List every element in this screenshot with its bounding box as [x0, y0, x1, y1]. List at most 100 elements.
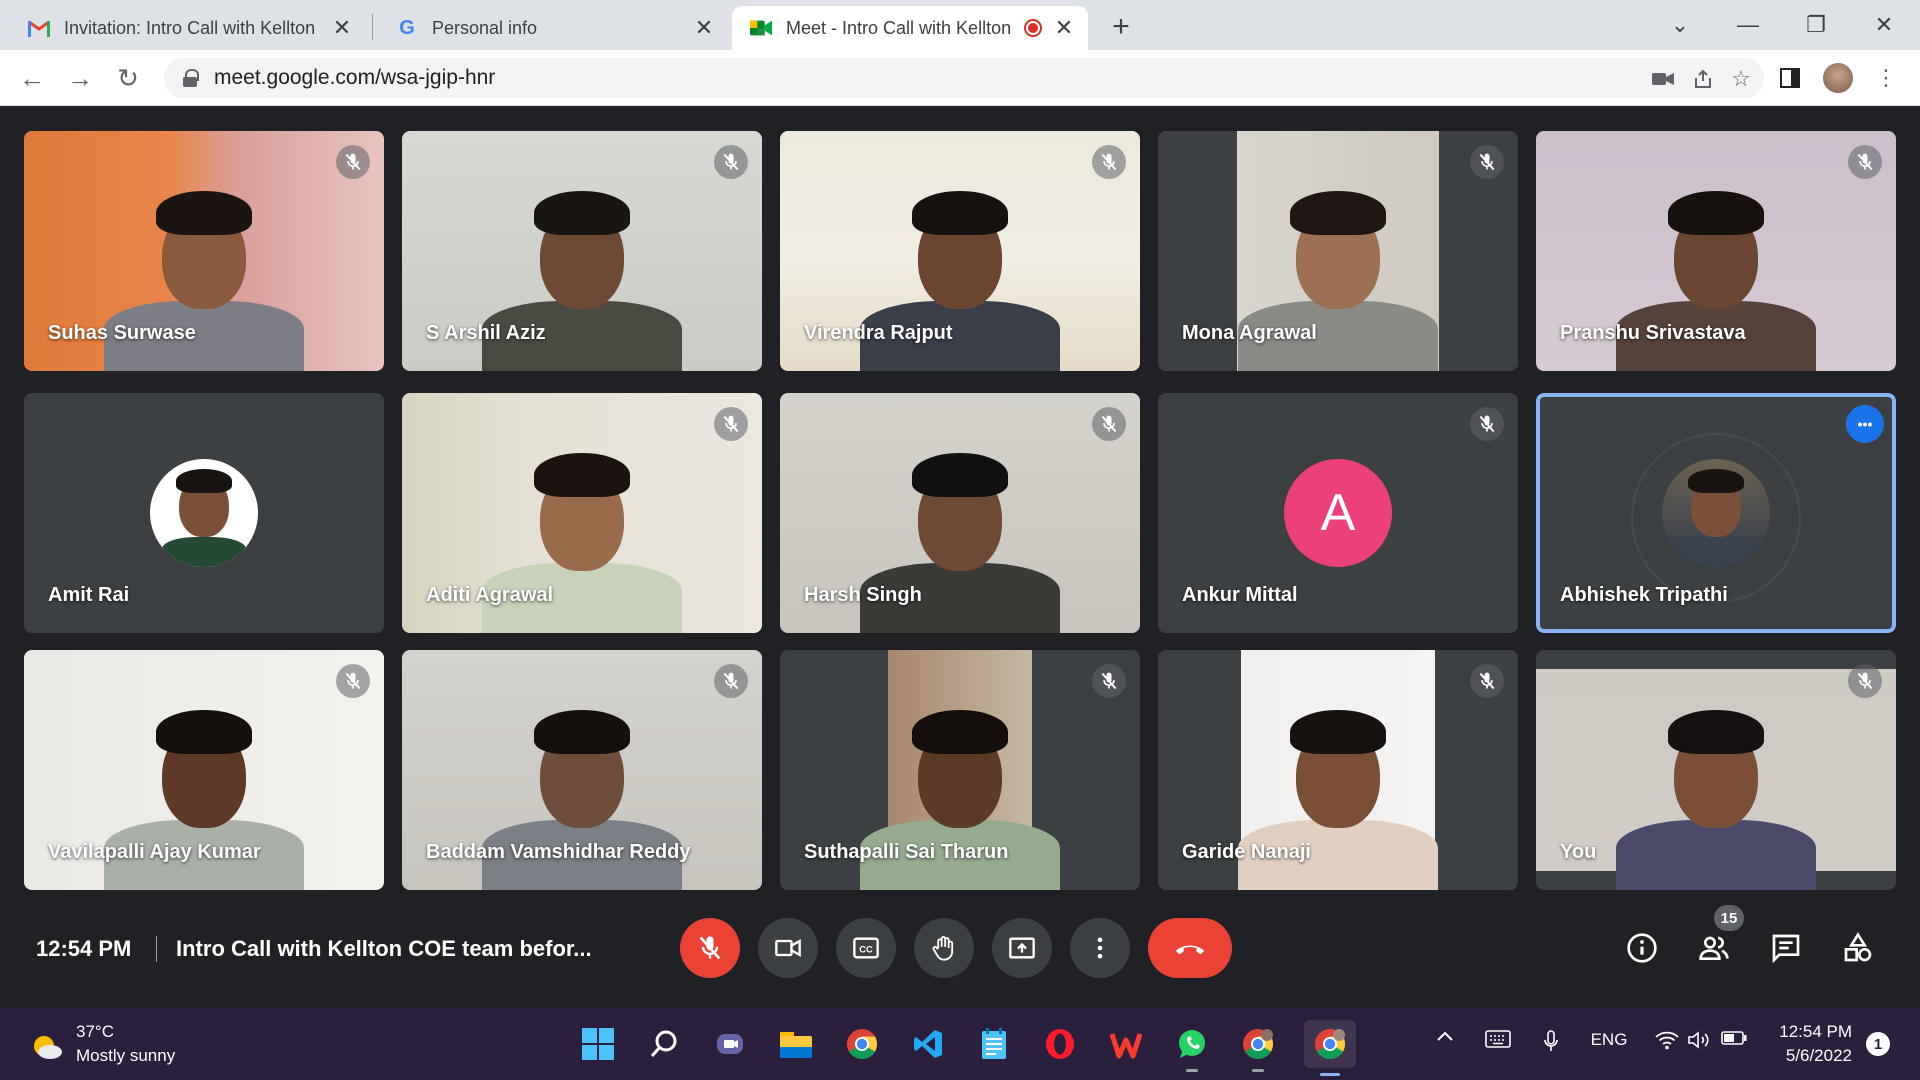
- raise-hand-button[interactable]: [914, 918, 974, 978]
- participant-tile-suhas-surwase[interactable]: Suhas Surwase: [24, 131, 384, 371]
- hand-icon: [932, 936, 954, 961]
- tab-search-chevron-icon[interactable]: ⌄: [1652, 8, 1708, 42]
- system-time[interactable]: 12:54 PM: [1776, 1022, 1852, 1042]
- windows-start-icon[interactable]: [578, 1024, 618, 1064]
- participant-grid: Suhas Surwase S Arshil Aziz Virendra Rajpu…: [24, 131, 1896, 890]
- tile-more-options-icon[interactable]: •••: [1846, 405, 1884, 443]
- wps-office-icon[interactable]: [1106, 1024, 1146, 1064]
- input-language-indicator[interactable]: ENG: [1584, 1030, 1634, 1050]
- tab-title: Invitation: Intro Call with Kellton C: [64, 17, 320, 38]
- meeting-controls-bar: 12:54 PM Intro Call with Kellton COE tea…: [0, 898, 1920, 998]
- participant-tile-vavilapalli-ajay-kumar[interactable]: Vavilapalli Ajay Kumar: [24, 650, 384, 890]
- mic-off-icon: [336, 664, 370, 698]
- participant-tile-suthapalli-sai-tharun[interactable]: Suthapalli Sai Tharun: [780, 650, 1140, 890]
- weather-temperature[interactable]: 37°C: [76, 1022, 114, 1042]
- videocam-icon: [775, 938, 801, 958]
- kebab-menu-icon[interactable]: ⋮: [1868, 60, 1904, 96]
- show-hidden-icons-chevron[interactable]: [1430, 1030, 1460, 1042]
- participant-name: Pranshu Srivastava: [1560, 322, 1746, 344]
- meeting-details-button[interactable]: [1620, 926, 1664, 970]
- teams-chat-icon[interactable]: [710, 1024, 750, 1064]
- participant-tile-baddam-vamshidhar-reddy[interactable]: Baddam Vamshidhar Reddy: [402, 650, 762, 890]
- microphone-tray-icon[interactable]: [1536, 1030, 1566, 1054]
- camera-toggle-button[interactable]: [758, 918, 818, 978]
- search-icon[interactable]: [644, 1024, 684, 1064]
- participant-tile-amit-rai[interactable]: Amit Rai: [24, 393, 384, 633]
- tab-gmail-invitation[interactable]: Invitation: Intro Call with Kellton C ✕: [10, 6, 366, 50]
- running-indicator: [1186, 1069, 1198, 1072]
- active-app-indicator: [1320, 1073, 1340, 1076]
- participant-name: S Arshil Aziz: [426, 322, 546, 344]
- people-button[interactable]: [1692, 926, 1736, 970]
- close-tab-icon[interactable]: ✕: [330, 15, 354, 40]
- present-screen-button[interactable]: [992, 918, 1052, 978]
- mic-off-icon: [714, 664, 748, 698]
- participant-tile-s-arshil-aziz[interactable]: S Arshil Aziz: [402, 131, 762, 371]
- chrome-profile-1-icon[interactable]: [1238, 1024, 1278, 1072]
- side-panel-icon[interactable]: [1772, 60, 1808, 96]
- vscode-icon[interactable]: [908, 1024, 948, 1064]
- camera-in-use-icon[interactable]: [1648, 64, 1678, 94]
- profile-photo-avatar: [150, 459, 258, 567]
- tab-personal-info[interactable]: G Personal info ✕: [378, 6, 728, 50]
- recording-indicator-icon: [1024, 19, 1042, 37]
- new-tab-button[interactable]: +: [1106, 10, 1136, 43]
- opera-icon[interactable]: [1040, 1024, 1080, 1064]
- activities-button[interactable]: [1836, 926, 1880, 970]
- microphone-toggle-button[interactable]: [680, 918, 740, 978]
- sun-weather-icon[interactable]: [28, 1028, 64, 1064]
- meet-icon: [750, 17, 772, 39]
- leave-call-button[interactable]: [1148, 918, 1232, 978]
- mic-off-icon: [1470, 145, 1504, 179]
- participant-tile-abhishek-tripathi[interactable]: ••• Abhishek Tripathi: [1536, 393, 1896, 633]
- participant-tile-ankur-mittal[interactable]: A Ankur Mittal: [1158, 393, 1518, 633]
- battery-icon[interactable]: [1718, 1030, 1750, 1046]
- tab-meet[interactable]: Meet - Intro Call with Kellton ✕: [732, 6, 1088, 50]
- participant-name: Abhishek Tripathi: [1560, 584, 1728, 606]
- bookmark-star-icon[interactable]: ☆: [1726, 64, 1756, 94]
- lock-icon: [182, 69, 199, 87]
- url-text[interactable]: meet.google.com/wsa-jgip-hnr: [214, 66, 495, 90]
- closed-captions-icon: CC: [853, 937, 879, 959]
- whatsapp-icon[interactable]: [1172, 1024, 1212, 1072]
- file-explorer-icon[interactable]: [776, 1024, 816, 1064]
- notepad-icon[interactable]: [974, 1024, 1014, 1064]
- close-tab-icon[interactable]: ✕: [692, 15, 716, 40]
- participant-tile-virendra-rajput[interactable]: Virendra Rajput: [780, 131, 1140, 371]
- address-bar[interactable]: meet.google.com/wsa-jgip-hnr ☆: [164, 58, 1764, 98]
- participant-tile-you[interactable]: You: [1536, 650, 1896, 890]
- system-date[interactable]: 5/6/2022: [1776, 1046, 1852, 1066]
- close-tab-icon[interactable]: ✕: [1052, 15, 1076, 40]
- notification-count-badge[interactable]: 1: [1866, 1032, 1890, 1056]
- minimize-button[interactable]: —: [1720, 8, 1776, 42]
- chat-button[interactable]: [1764, 926, 1808, 970]
- browser-tab-strip: Invitation: Intro Call with Kellton C ✕ …: [0, 0, 1920, 50]
- profile-avatar[interactable]: [1820, 60, 1856, 96]
- participant-tile-aditi-agrawal[interactable]: Aditi Agrawal: [402, 393, 762, 633]
- keyboard-icon[interactable]: [1482, 1030, 1514, 1048]
- meeting-title: Intro Call with Kellton COE team befor..…: [176, 936, 592, 961]
- more-options-button[interactable]: [1070, 918, 1130, 978]
- participant-tile-pranshu-srivastava[interactable]: Pranshu Srivastava: [1536, 131, 1896, 371]
- participant-tile-harsh-singh[interactable]: Harsh Singh: [780, 393, 1140, 633]
- captions-button[interactable]: CC: [836, 918, 896, 978]
- forward-arrow-icon[interactable]: →: [62, 60, 98, 96]
- wifi-icon[interactable]: [1652, 1030, 1682, 1050]
- tab-title: Personal info: [432, 17, 538, 38]
- restore-button[interactable]: ❐: [1788, 8, 1844, 42]
- reload-icon[interactable]: ↻: [110, 60, 146, 96]
- mic-off-icon: [714, 407, 748, 441]
- back-arrow-icon[interactable]: ←: [14, 60, 50, 96]
- chrome-profile-2-icon[interactable]: [1304, 1020, 1356, 1076]
- chrome-icon[interactable]: [842, 1024, 882, 1064]
- share-icon[interactable]: [1688, 64, 1718, 94]
- call-end-icon: [1175, 945, 1205, 955]
- mic-off-icon: [699, 936, 721, 960]
- participant-count-badge: 15: [1714, 905, 1744, 931]
- participant-tile-garide-nanaji[interactable]: Garide Nanaji: [1158, 650, 1518, 890]
- participant-name: Harsh Singh: [804, 584, 922, 606]
- volume-icon[interactable]: [1684, 1030, 1714, 1050]
- close-window-button[interactable]: ✕: [1856, 8, 1912, 42]
- weather-description[interactable]: Mostly sunny: [76, 1046, 175, 1066]
- participant-tile-mona-agrawal[interactable]: Mona Agrawal: [1158, 131, 1518, 371]
